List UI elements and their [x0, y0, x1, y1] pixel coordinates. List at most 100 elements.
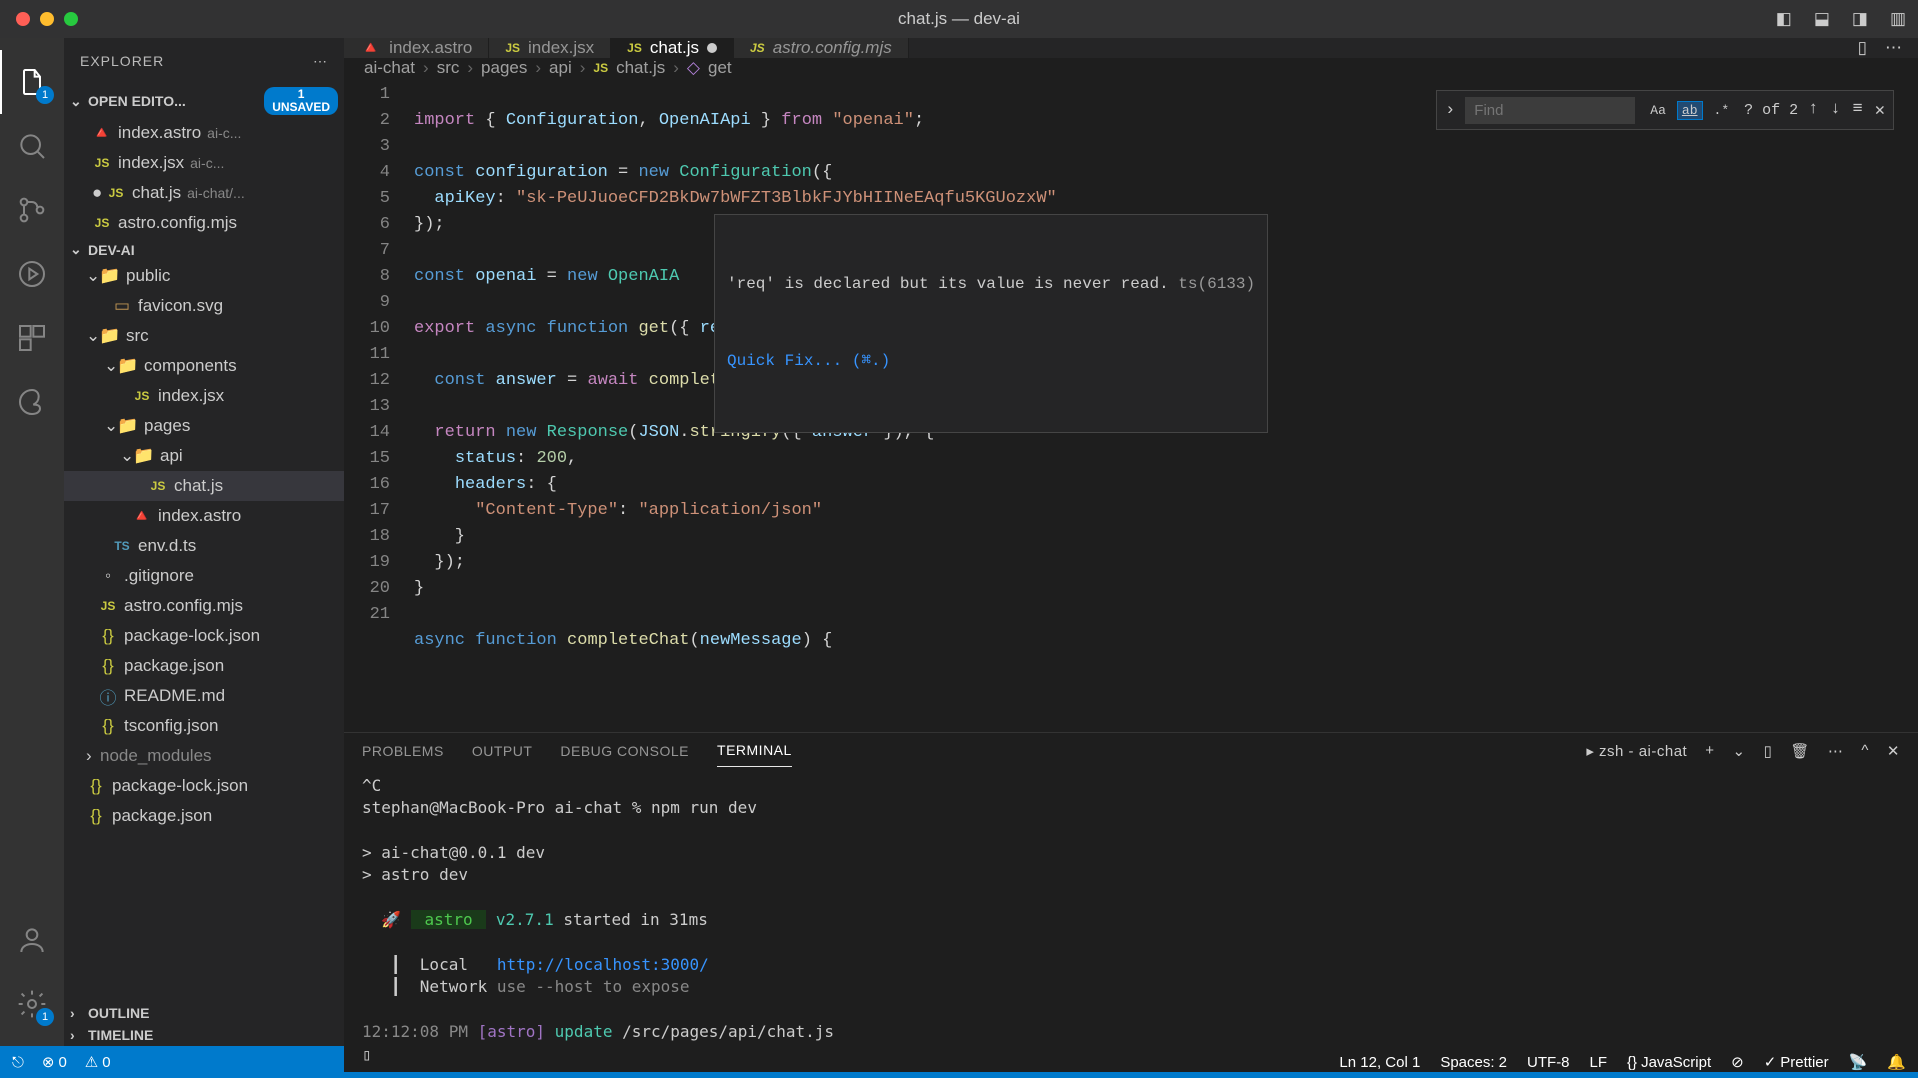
remote-icon[interactable]: ⎋	[12, 1054, 24, 1071]
tab-debug-console[interactable]: DEBUG CONSOLE	[560, 735, 689, 767]
status-warnings[interactable]: ⚠ 0	[85, 1053, 111, 1071]
overflow-icon[interactable]: ⋯	[1828, 742, 1844, 760]
activity-settings[interactable]: 1	[0, 972, 64, 1036]
activity-debug[interactable]	[0, 242, 64, 306]
folder-node-modules[interactable]: ›node_modules	[64, 741, 344, 771]
code-content[interactable]: import { Configuration, OpenAIApi } from…	[414, 78, 1908, 732]
breadcrumb-segment[interactable]: api	[549, 58, 572, 78]
activity-accounts[interactable]	[0, 908, 64, 972]
status-feedback-icon[interactable]: 📡	[1849, 1053, 1868, 1071]
tab-problems[interactable]: PROBLEMS	[362, 735, 444, 767]
timeline-header[interactable]: › TIMELINE	[64, 1024, 344, 1046]
file-favicon[interactable]: ▭favicon.svg	[64, 291, 344, 321]
regex-icon[interactable]: .*	[1709, 101, 1735, 120]
terminal-content[interactable]: ^C stephan@MacBook-Pro ai-chat % npm run…	[344, 769, 1918, 1072]
activity-explorer[interactable]: 1	[0, 50, 64, 114]
folder-components[interactable]: ⌄📁components	[64, 351, 344, 381]
more-icon[interactable]: ⋯	[313, 53, 328, 70]
folder-pages[interactable]: ⌄📁pages	[64, 411, 344, 441]
quick-fix-link[interactable]: Quick Fix... (⌘.)	[727, 349, 1255, 375]
status-cursor[interactable]: Ln 12, Col 1	[1339, 1054, 1420, 1071]
close-window[interactable]	[16, 12, 30, 26]
split-editor-icon[interactable]: ▯	[1858, 38, 1867, 58]
status-bell-icon[interactable]: 🔔	[1887, 1053, 1906, 1071]
breadcrumb-segment[interactable]: get	[708, 58, 732, 78]
open-editor-item[interactable]: 🔺 index.astro ai-c...	[64, 118, 344, 148]
file-env[interactable]: TSenv.d.ts	[64, 531, 344, 561]
minimap[interactable]	[1908, 78, 1918, 732]
file-gitignore[interactable]: ◦.gitignore	[64, 561, 344, 591]
breadcrumb-segment[interactable]: ai-chat	[364, 58, 415, 78]
terminal-shell-label[interactable]: ▸ zsh - ai-chat	[1586, 742, 1687, 760]
status-indent[interactable]: Spaces: 2	[1440, 1054, 1507, 1071]
open-editor-item[interactable]: ● JS chat.js ai-chat/...	[64, 178, 344, 208]
file-index-jsx[interactable]: JSindex.jsx	[64, 381, 344, 411]
tab-astro-config[interactable]: JSastro.config.mjs	[734, 38, 909, 58]
tab-terminal[interactable]: TERMINAL	[717, 734, 792, 767]
open-editor-item[interactable]: JS index.jsx ai-c...	[64, 148, 344, 178]
outline-header[interactable]: › OUTLINE	[64, 1002, 344, 1024]
split-terminal-icon[interactable]: ▯	[1764, 742, 1773, 760]
minimize-window[interactable]	[40, 12, 54, 26]
toggle-bottom-icon[interactable]: ⬓	[1814, 9, 1830, 29]
new-terminal-icon[interactable]: +	[1705, 742, 1714, 759]
tab-chat-js[interactable]: JSchat.js	[611, 38, 734, 58]
status-lang[interactable]: {} JavaScript	[1627, 1054, 1711, 1071]
find-expand-icon[interactable]: ›	[1445, 101, 1455, 120]
folder-src[interactable]: ⌄📁src	[64, 321, 344, 351]
status-encoding[interactable]: UTF-8	[1527, 1054, 1570, 1071]
folder-public[interactable]: ⌄📁public	[64, 261, 344, 291]
tab-index-astro[interactable]: 🔺index.astro	[344, 38, 489, 58]
file-tsconfig[interactable]: {}tsconfig.json	[64, 711, 344, 741]
folder-api[interactable]: ⌄📁api	[64, 441, 344, 471]
file-pkg[interactable]: {}package.json	[64, 651, 344, 681]
toggle-panel-icon[interactable]: ◧	[1776, 9, 1792, 29]
maximize-panel-icon[interactable]: ^	[1861, 742, 1869, 759]
match-word-icon[interactable]: ab	[1677, 101, 1703, 120]
project-header[interactable]: ⌄ DEV-AI	[64, 238, 344, 261]
status-errors[interactable]: ⊗ 0	[42, 1053, 67, 1071]
file-hint: ai-c...	[207, 125, 241, 141]
status-eol[interactable]: LF	[1590, 1054, 1608, 1071]
next-match-icon[interactable]: ↓	[1830, 100, 1840, 121]
file-index-astro[interactable]: 🔺index.astro	[64, 501, 344, 531]
file-astro-config[interactable]: JSastro.config.mjs	[64, 591, 344, 621]
close-find-icon[interactable]: ✕	[1875, 100, 1885, 121]
editor-pane[interactable]: › Aa ab .* ? of 2 ↑ ↓ ≡ ✕ 12345678910111…	[344, 78, 1918, 732]
file-chat-js[interactable]: JSchat.js	[64, 471, 344, 501]
find-selection-icon[interactable]: ≡	[1853, 100, 1863, 121]
status-prettier[interactable]: ✓ Prettier	[1764, 1053, 1829, 1071]
file-pkg-2[interactable]: {}package.json	[64, 801, 344, 831]
file-name: .gitignore	[124, 566, 194, 586]
file-pkg-lock-2[interactable]: {}package-lock.json	[64, 771, 344, 801]
debug-icon	[16, 258, 48, 290]
json-icon: {}	[86, 806, 106, 826]
activity-search[interactable]	[0, 114, 64, 178]
kill-terminal-icon[interactable]: 🗑	[1790, 742, 1810, 760]
toggle-right-icon[interactable]: ◨	[1852, 9, 1868, 29]
maximize-window[interactable]	[64, 12, 78, 26]
open-editors-header[interactable]: ⌄ OPEN EDITO... 1 unsaved	[64, 84, 344, 118]
breadcrumb-segment[interactable]: src	[437, 58, 460, 78]
activity-edge[interactable]	[0, 370, 64, 434]
status-eslint-icon[interactable]: ⊘	[1731, 1053, 1744, 1071]
terminal-dropdown-icon[interactable]: ⌄	[1732, 742, 1745, 760]
js-icon: JS	[92, 156, 112, 170]
tab-index-jsx[interactable]: JSindex.jsx	[489, 38, 611, 58]
breadcrumbs[interactable]: ai-chat› src› pages› api› JS chat.js› ◇ …	[344, 58, 1918, 78]
file-readme[interactable]: ⓘREADME.md	[64, 681, 344, 711]
more-actions-icon[interactable]: ⋯	[1885, 38, 1902, 58]
activity-extensions[interactable]	[0, 306, 64, 370]
prev-match-icon[interactable]: ↑	[1808, 100, 1818, 121]
match-case-icon[interactable]: Aa	[1645, 101, 1671, 120]
file-pkg-lock[interactable]: {}package-lock.json	[64, 621, 344, 651]
find-input[interactable]	[1465, 97, 1635, 124]
breadcrumb-segment[interactable]: pages	[481, 58, 527, 78]
customize-layout-icon[interactable]: ▥	[1890, 9, 1906, 29]
close-panel-icon[interactable]: ✕	[1887, 742, 1900, 760]
tab-output[interactable]: OUTPUT	[472, 735, 533, 767]
open-editor-item[interactable]: JS astro.config.mjs	[64, 208, 344, 238]
json-icon: {}	[98, 626, 118, 646]
breadcrumb-segment[interactable]: chat.js	[616, 58, 665, 78]
activity-scm[interactable]	[0, 178, 64, 242]
